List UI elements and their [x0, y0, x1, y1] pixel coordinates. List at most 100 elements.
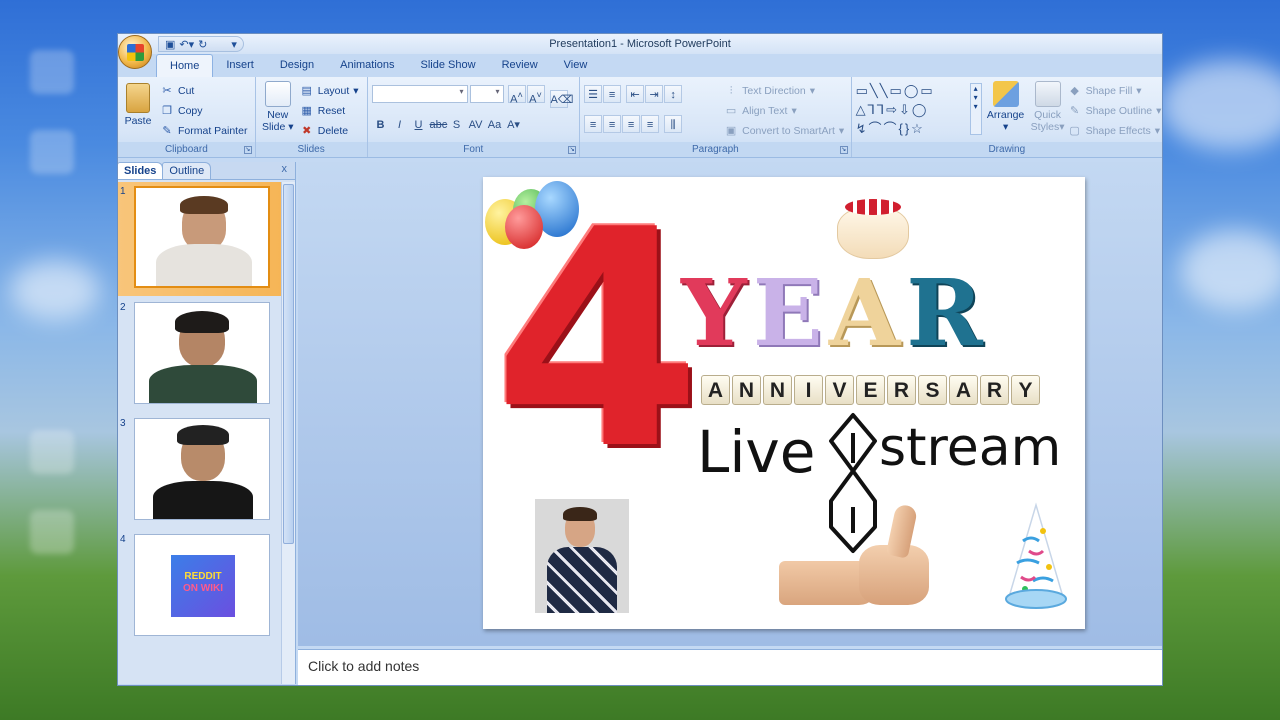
copy-button[interactable]: ❐ Copy [160, 101, 247, 121]
slides-group-label: Slides [255, 142, 367, 157]
layout-button[interactable]: ▤ Layout ▾ [300, 81, 359, 101]
font-launcher-icon[interactable]: ↘ [568, 146, 577, 154]
delete-button[interactable]: ✖ Delete [300, 121, 359, 141]
clipboard-launcher-icon[interactable]: ↘ [243, 146, 252, 154]
paragraph-launcher-icon[interactable]: ↘ [839, 146, 848, 154]
save-icon[interactable]: ▣ [165, 38, 175, 51]
slide-thumbnail-2[interactable]: 2 [118, 298, 282, 412]
copy-label: Copy [178, 105, 203, 117]
align-left-icon[interactable]: ≡ [584, 115, 603, 133]
cake-image [835, 185, 911, 261]
current-slide[interactable]: 4 YEAR A N N I V E R S A R Y Live stream [483, 177, 1085, 629]
underline-icon[interactable]: U [410, 115, 428, 133]
tab-slide-show[interactable]: Slide Show [408, 54, 489, 77]
desktop-icon[interactable] [30, 50, 74, 94]
bullets-icon[interactable]: ☰ [584, 85, 603, 103]
new-slide-button[interactable]: New Slide ▾ [260, 81, 296, 133]
new-slide-label-2: Slide [261, 121, 286, 133]
align-center-icon[interactable]: ≡ [603, 115, 622, 133]
italic-icon[interactable]: I [391, 115, 409, 133]
grow-font-icon[interactable]: A˄ [507, 85, 526, 106]
cut-button[interactable]: ✂ Cut [160, 81, 247, 101]
numbering-icon[interactable]: ≡ [603, 85, 622, 103]
man-hair [563, 507, 597, 521]
letter-r: R [906, 259, 989, 367]
arrange-button[interactable]: Arrange ▾ [986, 81, 1026, 133]
tab-insert[interactable]: Insert [213, 54, 267, 77]
change-case-icon[interactable]: Aa [486, 115, 504, 133]
quick-styles-button[interactable]: Quick Styles▾ [1028, 81, 1068, 133]
tab-view[interactable]: View [551, 54, 601, 77]
slide-thumbnails: 1 2 3 4 REDDIT ON WIKI [118, 182, 282, 684]
slide-thumbnail-4[interactable]: 4 REDDIT ON WIKI [118, 530, 282, 644]
paragraph-group-label: Paragraph [580, 142, 851, 157]
shapes-gallery-scroll[interactable]: ▴ ▾ ▾ [969, 83, 982, 135]
letter-tile: Y [1011, 375, 1040, 405]
desktop-icon[interactable] [30, 430, 74, 474]
pane-scrollbar[interactable] [281, 182, 295, 684]
letter-tile: A [949, 375, 978, 405]
reset-button[interactable]: ▦ Reset [300, 101, 359, 121]
clear-formatting-icon[interactable]: A⌫ [549, 89, 573, 108]
font-group-label: Font [367, 142, 580, 157]
strikethrough-icon[interactable]: abc [429, 115, 448, 133]
tab-outline[interactable]: Outline [162, 162, 212, 179]
tab-animations[interactable]: Animations [327, 54, 407, 77]
shadow-icon[interactable]: S [448, 115, 466, 133]
letter-tile: E [856, 375, 885, 405]
shape-fill-button[interactable]: ◆ Shape Fill ▾ [1068, 81, 1162, 101]
tab-home[interactable]: Home [156, 54, 214, 77]
delete-label: Delete [317, 125, 349, 137]
undo-icon[interactable]: ↶▾ [179, 38, 194, 51]
letter-tile: S [918, 375, 947, 405]
convert-smartart-button[interactable]: ▣ Convert to SmartArt ▾ [724, 121, 844, 141]
close-icon[interactable]: x [282, 163, 288, 175]
increase-indent-icon[interactable]: ⇥ [645, 85, 664, 103]
tab-design[interactable]: Design [267, 54, 327, 77]
columns-icon[interactable]: ⫼ [664, 115, 683, 133]
slide-thumbnail-1[interactable]: 1 [118, 182, 282, 296]
desktop-icon[interactable] [30, 130, 74, 174]
shape-outline-button[interactable]: ✎ Shape Outline ▾ [1068, 101, 1161, 121]
font-size-combo[interactable]: ▾ [469, 85, 504, 103]
customize-toolbar-icon[interactable]: ▾ [231, 38, 237, 51]
person-body [156, 244, 252, 286]
shapes-gallery[interactable]: ▭╲╲▭◯▭ △⅂⅂⇨⇩◯ ↯⌒⌒{}☆ [856, 81, 974, 139]
format-painter-button[interactable]: ✎ Format Painter [160, 121, 247, 141]
shape-effects-button[interactable]: ▢ Shape Effects ▾ [1068, 121, 1162, 141]
align-text-button[interactable]: ▭ Align Text ▾ [724, 101, 844, 121]
bold-icon[interactable]: B [372, 115, 390, 133]
align-text-icon: ▭ [725, 105, 737, 117]
desktop-icon[interactable] [30, 510, 74, 554]
tab-slides[interactable]: Slides [118, 162, 164, 179]
font-color-icon[interactable]: A▾ [505, 115, 523, 133]
office-button[interactable] [118, 35, 152, 69]
slide-thumbnail-image: REDDIT ON WIKI [134, 534, 270, 636]
redo-icon[interactable]: ↻ [198, 38, 207, 51]
paste-button[interactable]: Paste [122, 83, 154, 127]
justify-icon[interactable]: ≡ [641, 115, 660, 133]
big-number-four: 4 [493, 177, 702, 515]
font-name-combo[interactable]: ▾ [371, 85, 468, 103]
paragraph-group: ☰ ≡ ⇤ ⇥ ↕ ≡ ≡ ≡ ≡ ⫼ ⫶ Text Direction ▾ ▭ Align Text… [580, 77, 852, 157]
shrink-font-icon[interactable]: A˅ [526, 85, 545, 106]
character-spacing-icon[interactable]: AV [467, 115, 485, 133]
shape-fill-label: Shape Fill [1085, 85, 1133, 97]
format-painter-label: Format Painter [178, 125, 248, 137]
decrease-indent-icon[interactable]: ⇤ [626, 85, 645, 103]
tab-review[interactable]: Review [489, 54, 551, 77]
scrollbar-thumb[interactable] [283, 184, 294, 544]
arrange-icon [992, 81, 1019, 107]
logo-text: ON WIKI [183, 583, 223, 594]
quick-styles-label-2: Styles [1030, 121, 1060, 133]
letter-a: A [828, 259, 907, 367]
person-body [153, 481, 253, 519]
text-direction-button[interactable]: ⫶ Text Direction ▾ [724, 81, 844, 101]
notes-pane[interactable]: Click to add notes [298, 649, 1162, 685]
anniversary-tiles: A N N I V E R S A R Y [701, 375, 1040, 405]
logo-text: REDDIT [184, 571, 222, 582]
reset-icon: ▦ [301, 105, 312, 117]
align-right-icon[interactable]: ≡ [622, 115, 641, 133]
slide-thumbnail-3[interactable]: 3 [118, 414, 282, 528]
line-spacing-icon[interactable]: ↕ [664, 85, 683, 103]
